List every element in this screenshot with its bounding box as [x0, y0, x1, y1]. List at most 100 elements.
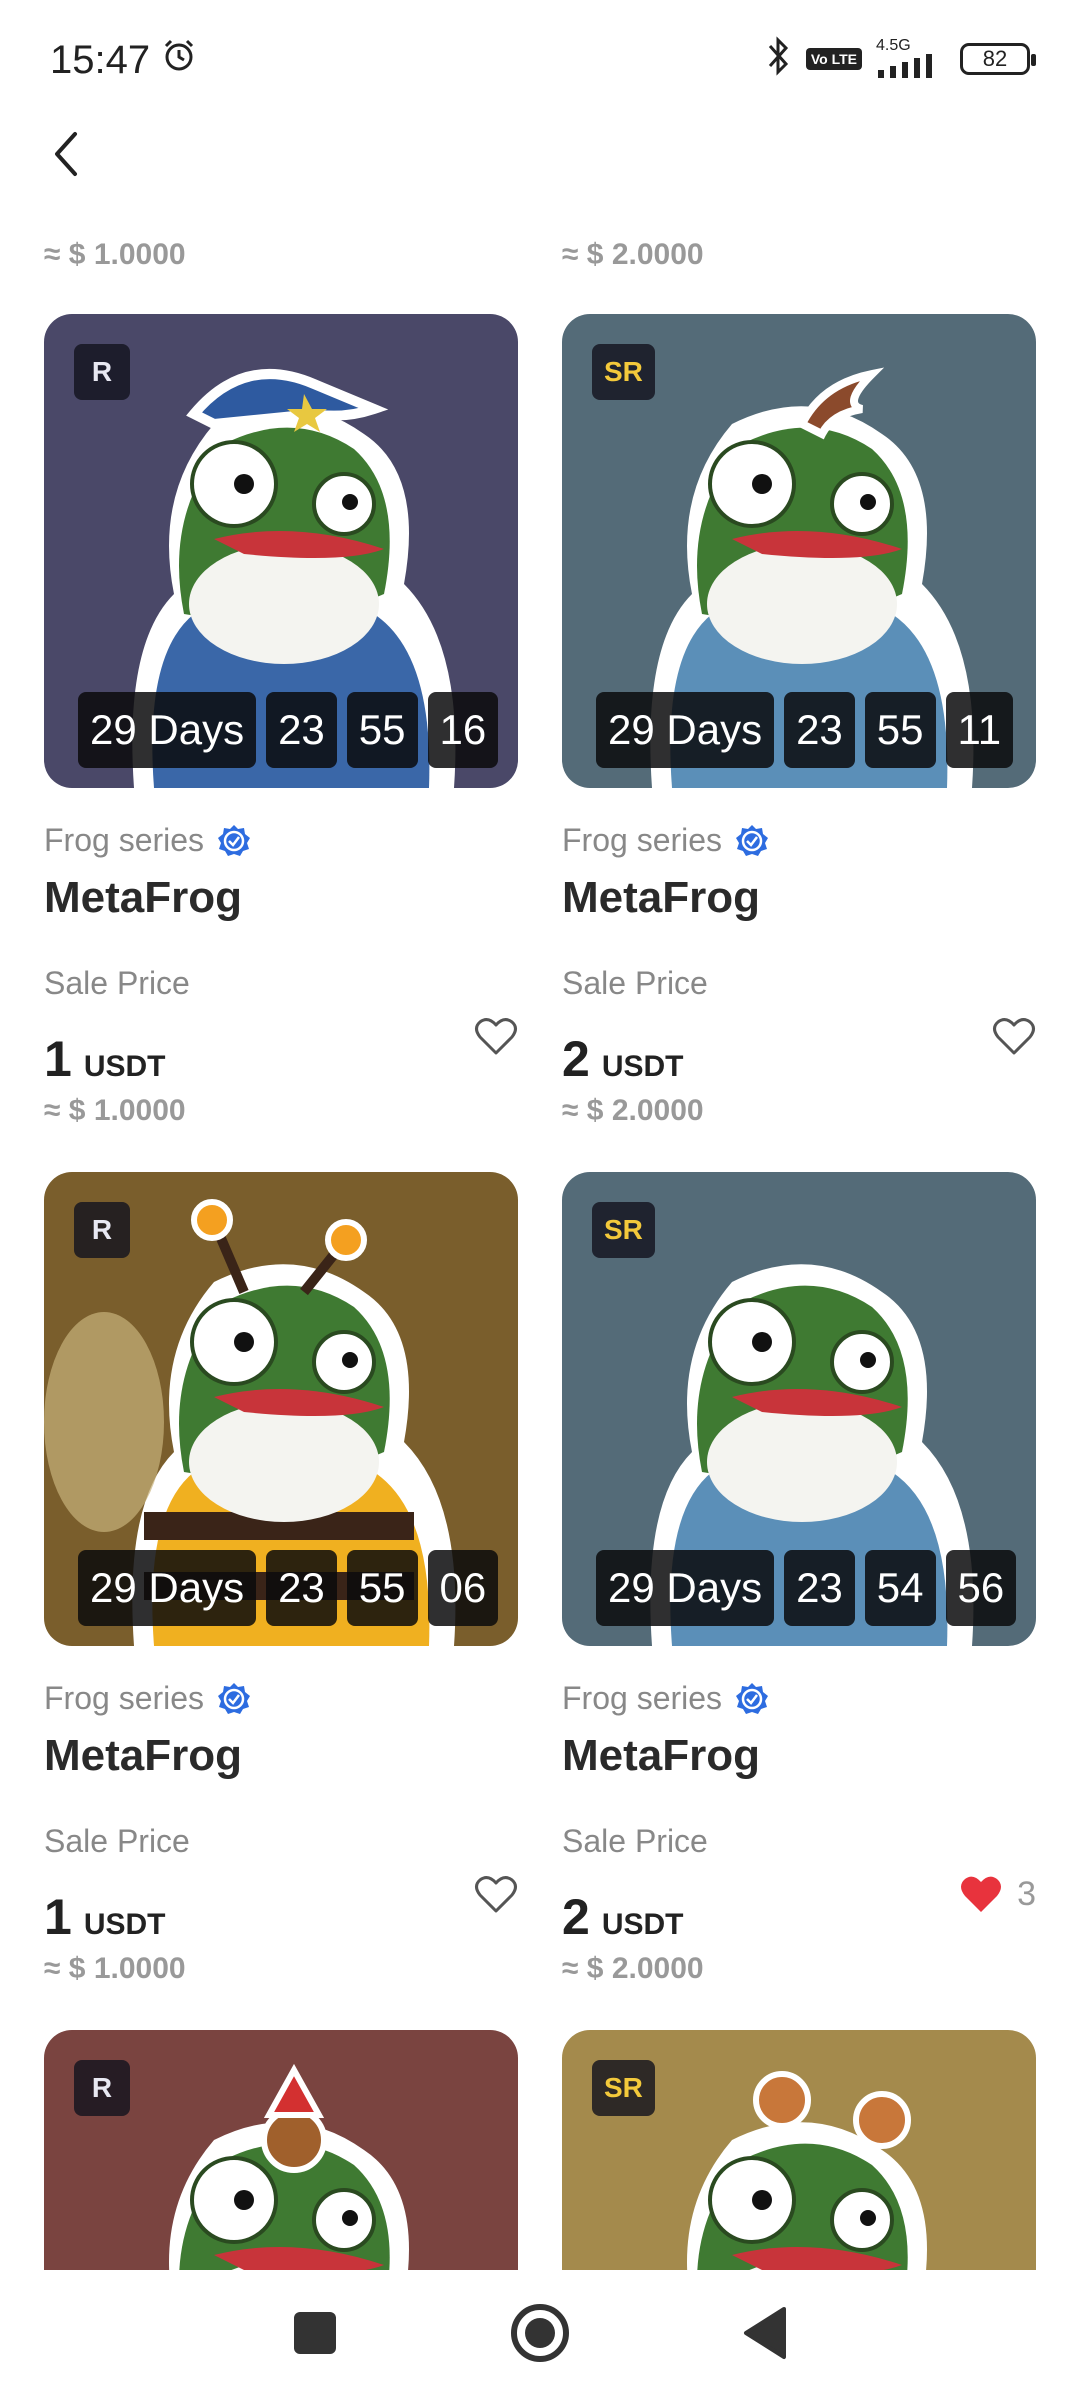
price-unit: USDT	[83, 1908, 166, 1941]
verified-badge-icon	[736, 824, 769, 856]
price-value: 2	[562, 1031, 590, 1087]
battery-indicator: 82	[960, 43, 1036, 75]
bluetooth-icon	[766, 36, 792, 82]
nft-card[interactable]: R 29 Days 23 55 06 Frog series MetaFrog …	[44, 1172, 518, 1986]
prev-card-approx-right: ≈ $ 2.0000	[562, 238, 704, 271]
triangle-back-icon	[744, 2306, 786, 2359]
status-bar: 15:47 Vo LTE 4.5G 82	[0, 0, 1080, 120]
price-usd-approx: ≈ $ 2.0000	[562, 1094, 704, 1127]
nft-image[interactable]: SR 29 Days 23 55 11	[562, 314, 1036, 788]
price-usd-approx: ≈ $ 1.0000	[44, 1094, 186, 1127]
verified-badge-icon	[218, 1682, 251, 1714]
heart-outline-icon	[993, 1018, 1035, 1055]
sale-price-label: Sale Price	[44, 1823, 190, 1859]
heart-filled-icon	[961, 1876, 1002, 1912]
heart-outline-icon	[475, 1876, 517, 1913]
price-value: 1	[44, 1031, 72, 1087]
countdown-timer: 29 Days 23 55 06	[78, 1550, 499, 1626]
rarity-badge: SR	[592, 1202, 655, 1258]
favorite-button[interactable]: 3	[959, 1874, 1036, 1914]
series-row: Frog series	[562, 1680, 1036, 1717]
countdown-days: 29 Days	[596, 692, 775, 768]
countdown-seconds: 06	[427, 1550, 499, 1626]
countdown-minutes: 55	[346, 692, 418, 768]
network-type: 4.5G	[876, 37, 911, 54]
price-row: 1 USDT	[44, 1018, 518, 1087]
price-value: 2	[562, 1889, 590, 1945]
countdown-timer: 29 Days 23 54 56	[596, 1550, 1017, 1626]
price-unit: USDT	[601, 1908, 684, 1941]
nft-image[interactable]: SR	[562, 2030, 1036, 2270]
countdown-seconds: 56	[945, 1550, 1017, 1626]
favorite-button[interactable]	[474, 1874, 518, 1914]
nft-name: MetaFrog	[562, 1731, 760, 1780]
nft-list[interactable]: ≈ $ 1.0000 ≈ $ 2.0000 R 29 Days 23 55 16…	[0, 200, 1080, 2270]
status-time: 15:47	[50, 36, 198, 84]
nft-image[interactable]: SR 29 Days 23 54 56	[562, 1172, 1036, 1646]
countdown-hours: 23	[784, 1550, 855, 1626]
price-unit: USDT	[601, 1050, 684, 1083]
countdown-timer: 29 Days 23 55 11	[596, 692, 1014, 768]
nft-name: MetaFrog	[44, 1731, 242, 1780]
volte-badge: Vo LTE	[805, 48, 862, 70]
rarity-badge: R	[74, 2060, 130, 2116]
verified-badge-icon	[736, 1682, 769, 1714]
price-unit: USDT	[83, 1050, 166, 1083]
countdown-seconds: 16	[427, 692, 499, 768]
favorite-button[interactable]	[992, 1016, 1036, 1056]
countdown-seconds: 11	[945, 692, 1014, 768]
signal-bars-icon	[878, 54, 932, 78]
square-icon	[294, 2311, 336, 2354]
circle-icon	[511, 2303, 569, 2362]
clock-text: 15:47	[50, 37, 151, 82]
system-navigation-bar	[0, 2270, 1080, 2400]
nft-card[interactable]: R 29 Days 23 55 16 Frog series MetaFrog …	[44, 314, 518, 1128]
like-count: 3	[1017, 1874, 1036, 1913]
series-name: Frog series	[562, 1680, 723, 1716]
nft-card[interactable]: R	[44, 2030, 518, 2270]
rarity-badge: SR	[592, 2060, 655, 2116]
countdown-hours: 23	[784, 692, 855, 768]
nft-name: MetaFrog	[562, 873, 760, 922]
series-row: Frog series	[562, 822, 1036, 859]
countdown-minutes: 55	[346, 1550, 418, 1626]
recents-button[interactable]	[290, 2308, 340, 2363]
nft-image[interactable]: R 29 Days 23 55 16	[44, 314, 518, 788]
back-nav-button[interactable]	[740, 2305, 790, 2366]
alarm-icon	[160, 36, 198, 84]
verified-badge-icon	[218, 824, 251, 856]
countdown-minutes: 54	[864, 1550, 936, 1626]
home-button[interactable]	[510, 2303, 570, 2368]
countdown-minutes: 55	[864, 692, 936, 768]
rarity-badge: R	[74, 1202, 130, 1258]
series-row: Frog series	[44, 822, 518, 859]
series-name: Frog series	[44, 822, 205, 858]
nft-card[interactable]: SR	[562, 2030, 1036, 2270]
sale-price-label: Sale Price	[44, 965, 190, 1001]
back-button[interactable]	[36, 124, 96, 184]
status-icons: Vo LTE 4.5G 82	[766, 36, 1036, 82]
price-row: 1 USDT	[44, 1876, 518, 1945]
nft-image[interactable]: R 29 Days 23 55 06	[44, 1172, 518, 1646]
signal-indicator: 4.5G	[876, 38, 946, 80]
nft-name: MetaFrog	[44, 873, 242, 922]
countdown-hours: 23	[266, 1550, 337, 1626]
series-row: Frog series	[44, 1680, 518, 1717]
price-usd-approx: ≈ $ 1.0000	[44, 1952, 186, 1985]
rarity-badge: SR	[592, 344, 655, 400]
heart-outline-icon	[475, 1018, 517, 1055]
price-row: 2 USDT 3	[562, 1875, 1036, 1946]
sale-price-label: Sale Price	[562, 965, 708, 1001]
price-row: 2 USDT	[562, 1018, 1036, 1087]
chevron-left-icon	[55, 132, 77, 176]
nft-card[interactable]: SR 29 Days 23 54 56 Frog series MetaFrog…	[562, 1172, 1036, 1986]
price-usd-approx: ≈ $ 2.0000	[562, 1952, 704, 1985]
favorite-button[interactable]	[474, 1016, 518, 1056]
countdown-timer: 29 Days 23 55 16	[78, 692, 499, 768]
nft-card[interactable]: SR 29 Days 23 55 11 Frog series MetaFrog…	[562, 314, 1036, 1128]
rarity-badge: R	[74, 344, 130, 400]
countdown-days: 29 Days	[596, 1550, 775, 1626]
countdown-days: 29 Days	[78, 692, 257, 768]
nft-image[interactable]: R	[44, 2030, 518, 2270]
series-name: Frog series	[562, 822, 723, 858]
